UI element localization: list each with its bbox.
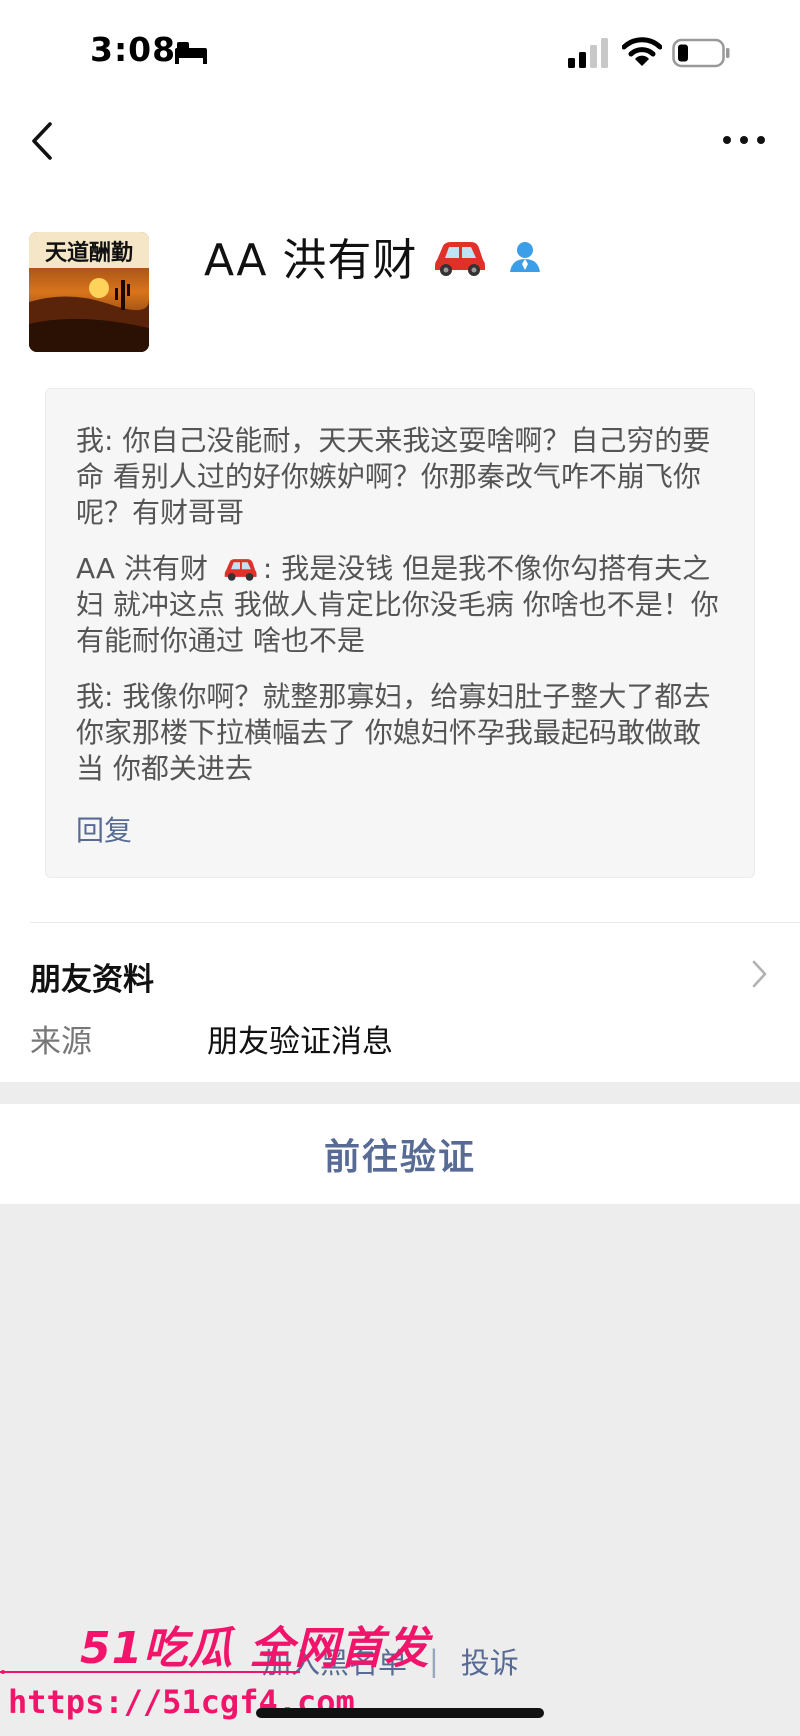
avatar-text: 天道酬勤 — [45, 240, 133, 266]
sleep-icon — [175, 42, 207, 64]
message-1: 我: 你自己没能耐，天天来我这耍啥啊？自己穷的要命 看别人过的好你嫉妒啊？你那秦… — [76, 424, 711, 529]
report-link[interactable]: 投诉 — [461, 1640, 519, 1682]
more-icon[interactable] — [722, 130, 766, 150]
profile-name: AA 洪有财 — [204, 235, 418, 286]
signal-icon — [568, 38, 608, 68]
go-verify-button[interactable]: 前往验证 — [324, 1128, 476, 1180]
reply-link[interactable]: 回复 — [76, 809, 132, 849]
contact-icon — [510, 242, 541, 272]
message-2-sender: AA 洪有财 — [76, 552, 208, 585]
friend-info-row[interactable]: 朋友资料 — [30, 954, 154, 999]
verify-bar: 前往验证 — [0, 1104, 800, 1204]
page: 3:08 天道酬勤 AA 洪有财 我: 你自己没能耐，天天来我这耍啥啊？自己穷的… — [0, 0, 800, 1736]
message-2: AA 洪有财 : 我是没钱 但是我不像你勾搭有夫之妇 就冲这点 我做人肯定比你没… — [76, 551, 722, 659]
watermark-logo: 51吃瓜 全网首发 — [80, 1623, 430, 1674]
message-3: 我: 我像你啊？就整那寡妇，给寡妇肚子整大了都去你家那楼下拉横幅去了 你媳妇怀孕… — [76, 680, 711, 785]
verification-messages-box: 我: 你自己没能耐，天天来我这耍啥啊？自己穷的要命 看别人过的好你嫉妒啊？你那秦… — [45, 388, 755, 878]
car-icon — [224, 559, 257, 581]
profile-name-row: AA 洪有财 — [204, 226, 543, 286]
source-label: 来源 — [30, 1024, 92, 1060]
watermark-decoration — [0, 1670, 300, 1674]
battery-icon — [672, 38, 730, 68]
wifi-icon — [622, 37, 662, 66]
link-separator: | — [429, 1644, 439, 1678]
chevron-right-icon[interactable] — [750, 958, 770, 990]
divider — [30, 922, 800, 923]
back-icon[interactable] — [26, 118, 60, 164]
car-icon — [435, 242, 486, 276]
status-time: 3:08 — [90, 30, 177, 69]
home-indicator — [256, 1708, 544, 1718]
avatar[interactable]: 天道酬勤 — [29, 232, 149, 352]
source-value: 朋友验证消息 — [207, 1024, 393, 1060]
